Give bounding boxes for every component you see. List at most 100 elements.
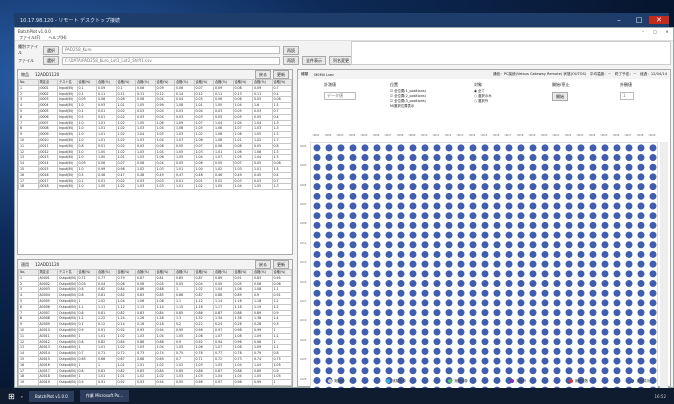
map-dot[interactable]	[625, 202, 633, 210]
map-dot[interactable]	[529, 347, 537, 355]
map-dot[interactable]	[637, 202, 645, 210]
map-dot[interactable]	[649, 250, 657, 258]
map-dot[interactable]	[313, 280, 321, 288]
map-dot[interactable]	[613, 357, 621, 365]
map-dot[interactable]	[469, 357, 477, 365]
map-dot[interactable]	[493, 144, 501, 152]
target-radio-3[interactable]: ○ 選択外	[474, 98, 514, 103]
map-dot[interactable]	[565, 192, 573, 200]
map-dot[interactable]	[313, 270, 321, 278]
map-dot[interactable]	[373, 154, 381, 162]
map-dot[interactable]	[445, 270, 453, 278]
map-dot[interactable]	[325, 202, 333, 210]
map-dot[interactable]	[325, 289, 333, 297]
map-dot[interactable]	[481, 328, 489, 336]
wafer-map[interactable]	[310, 142, 658, 394]
map-dot[interactable]	[397, 367, 405, 375]
map-dot[interactable]	[517, 338, 525, 346]
map-dot[interactable]	[541, 173, 549, 181]
map-dot[interactable]	[613, 183, 621, 191]
map-dot[interactable]	[385, 270, 393, 278]
map-dot[interactable]	[481, 309, 489, 317]
map-dot[interactable]	[373, 338, 381, 346]
map-dot[interactable]	[505, 347, 513, 355]
map-dot[interactable]	[505, 367, 513, 375]
map-dot[interactable]	[649, 212, 657, 220]
map-dot[interactable]	[313, 347, 321, 355]
map-dot[interactable]	[493, 367, 501, 375]
map-dot[interactable]	[637, 221, 645, 229]
map-dot[interactable]	[541, 231, 549, 239]
map-dot[interactable]	[433, 173, 441, 181]
map-dot[interactable]	[481, 347, 489, 355]
map-dot[interactable]	[409, 338, 417, 346]
map-dot[interactable]	[373, 289, 381, 297]
map-dot[interactable]	[505, 221, 513, 229]
map-dot[interactable]	[445, 221, 453, 229]
map-dot[interactable]	[481, 163, 489, 171]
map-dot[interactable]	[493, 212, 501, 220]
map-dot[interactable]	[529, 328, 537, 336]
map-dot[interactable]	[637, 357, 645, 365]
map-dot[interactable]	[421, 289, 429, 297]
map-dot[interactable]	[397, 270, 405, 278]
map-dot[interactable]	[505, 289, 513, 297]
map-dot[interactable]	[421, 212, 429, 220]
map-dot[interactable]	[613, 328, 621, 336]
map-dot[interactable]	[397, 299, 405, 307]
table-row[interactable]: 19 A0019 Output(IN) 0.9 0.91 0.92 0.93 0.94 0.95…	[18, 379, 292, 386]
map-dot[interactable]	[505, 241, 513, 249]
map-dot[interactable]	[361, 202, 369, 210]
map-dot[interactable]	[589, 250, 597, 258]
map-dot[interactable]	[409, 270, 417, 278]
map-dot[interactable]	[313, 260, 321, 268]
map-dot[interactable]	[613, 347, 621, 355]
map-dot[interactable]	[421, 299, 429, 307]
map-dot[interactable]	[505, 212, 513, 220]
map-dot[interactable]	[349, 280, 357, 288]
map-dot[interactable]	[457, 318, 465, 326]
map-dot[interactable]	[385, 347, 393, 355]
map-dot[interactable]	[433, 299, 441, 307]
map-dot[interactable]	[541, 338, 549, 346]
map-dot[interactable]	[397, 144, 405, 152]
top-data-table[interactable]: No. 測定点 テスト名 合格(%) 合格(%) 合格(%) 合格(%) 合格(%) 合格(%)…	[18, 79, 292, 191]
select-button-1[interactable]: 選択	[43, 45, 59, 55]
map-dot[interactable]	[421, 338, 429, 346]
map-dot[interactable]	[565, 212, 573, 220]
map-dot[interactable]	[601, 357, 609, 365]
map-dot[interactable]	[433, 202, 441, 210]
map-dot[interactable]	[325, 328, 333, 336]
map-dot[interactable]	[457, 202, 465, 210]
map-dot[interactable]	[529, 309, 537, 317]
map-dot[interactable]	[433, 318, 441, 326]
map-dot[interactable]	[325, 250, 333, 258]
map-dot[interactable]	[649, 289, 657, 297]
map-dot[interactable]	[589, 231, 597, 239]
map-dot[interactable]	[625, 299, 633, 307]
map-dot[interactable]	[385, 192, 393, 200]
map-dot[interactable]	[421, 183, 429, 191]
map-dot[interactable]	[649, 347, 657, 355]
map-dot[interactable]	[625, 328, 633, 336]
map-dot[interactable]	[565, 338, 573, 346]
map-dot[interactable]	[361, 328, 369, 336]
map-dot[interactable]	[397, 173, 405, 181]
map-dot[interactable]	[577, 212, 585, 220]
map-dot[interactable]	[505, 357, 513, 365]
map-dot[interactable]	[421, 280, 429, 288]
map-dot[interactable]	[577, 241, 585, 249]
map-dot[interactable]	[325, 183, 333, 191]
map-dot[interactable]	[529, 338, 537, 346]
map-dot[interactable]	[337, 260, 345, 268]
map-dot[interactable]	[529, 318, 537, 326]
map-dot[interactable]	[349, 192, 357, 200]
map-dot[interactable]	[421, 231, 429, 239]
map-dot[interactable]	[529, 202, 537, 210]
map-dot[interactable]	[433, 309, 441, 317]
map-dot[interactable]	[493, 173, 501, 181]
map-dot[interactable]	[625, 289, 633, 297]
map-dot[interactable]	[361, 318, 369, 326]
map-dot[interactable]	[349, 347, 357, 355]
map-dot[interactable]	[565, 347, 573, 355]
